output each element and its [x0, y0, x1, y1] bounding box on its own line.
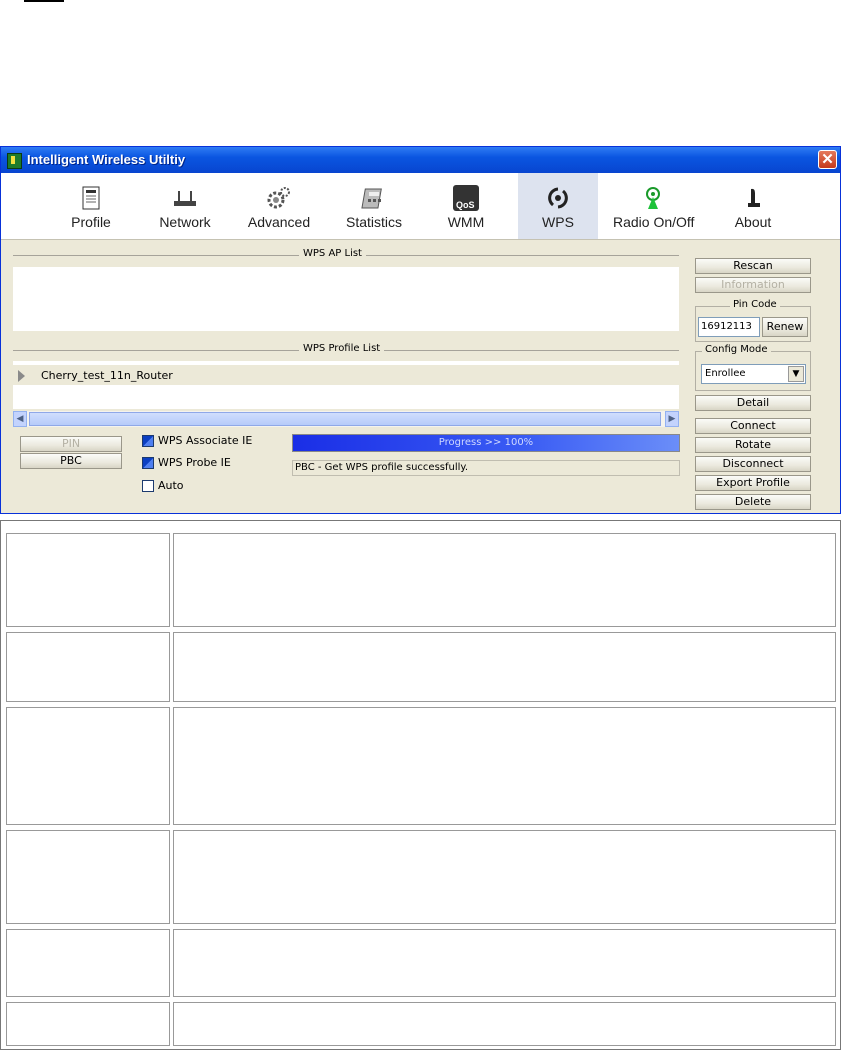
- list-item[interactable]: Cherry_test_11n_Router: [13, 365, 679, 385]
- profile-list-title: WPS Profile List: [299, 343, 385, 354]
- chevron-down-icon[interactable]: ▼: [788, 366, 804, 382]
- pbc-button[interactable]: PBC: [20, 453, 122, 469]
- title-bar[interactable]: Intelligent Wireless Utiltiy ✕: [1, 147, 840, 173]
- play-icon: [18, 370, 25, 382]
- table-cell: [173, 830, 836, 924]
- wps-associate-ie-checkbox[interactable]: [142, 435, 154, 447]
- table-cell: [173, 533, 836, 627]
- radio-icon: [646, 187, 660, 209]
- tab-label: WMM: [447, 214, 485, 230]
- pin-code-title: Pin Code: [730, 299, 780, 310]
- tab-label: Advanced: [247, 214, 311, 230]
- tab-wps[interactable]: WPS: [518, 173, 598, 239]
- renew-button[interactable]: Renew: [762, 317, 808, 337]
- wmm-icon: QoS: [453, 185, 479, 211]
- tab-label: Network: [159, 214, 211, 230]
- description-table: [0, 520, 841, 1050]
- tab-advanced[interactable]: Advanced: [239, 173, 319, 239]
- profile-name: Cherry_test_11n_Router: [41, 369, 173, 382]
- tab-wmm[interactable]: QoS WMM: [426, 173, 506, 239]
- window-title: Intelligent Wireless Utiltiy: [27, 152, 186, 167]
- rotate-button[interactable]: Rotate: [695, 437, 811, 453]
- delete-button[interactable]: Delete: [695, 494, 811, 510]
- status-text: PBC - Get WPS profile successfully.: [295, 462, 469, 473]
- tab-label: Profile: [71, 214, 111, 230]
- ap-list-title: WPS AP List: [299, 248, 366, 259]
- tab-statistics[interactable]: Statistics: [334, 173, 414, 239]
- close-icon: ✕: [821, 151, 834, 168]
- app-window: Intelligent Wireless Utiltiy ✕ Profile N…: [0, 146, 841, 514]
- scroll-left-button[interactable]: ◀: [13, 411, 27, 427]
- tab-label: About: [734, 214, 772, 230]
- status-bar: PBC - Get WPS profile successfully.: [292, 460, 680, 476]
- detail-button[interactable]: Detail: [695, 395, 811, 411]
- table-cell: [173, 1002, 836, 1046]
- pin-code-field[interactable]: 16912113: [698, 317, 760, 337]
- main-toolbar: Profile Network Advanced Statistics QoS …: [1, 173, 840, 240]
- app-icon: [7, 153, 22, 169]
- table-cell: [6, 1002, 170, 1046]
- qos-text: QoS: [456, 200, 475, 210]
- table-cell: [6, 929, 170, 997]
- pin-code-group: Pin Code 16912113 Renew: [695, 299, 811, 342]
- statistics-icon: [361, 188, 382, 209]
- close-button[interactable]: ✕: [818, 150, 837, 169]
- table-cell: [6, 707, 170, 825]
- tab-label: Statistics: [345, 214, 402, 230]
- disconnect-button[interactable]: Disconnect: [695, 456, 811, 472]
- export-profile-button[interactable]: Export Profile: [695, 475, 811, 491]
- page-top-rule: [24, 0, 64, 2]
- config-mode-value: Enrollee: [705, 368, 746, 379]
- rescan-button[interactable]: Rescan: [695, 258, 811, 274]
- horizontal-scrollbar[interactable]: ◀ ▶: [13, 411, 679, 427]
- wps-probe-ie-checkbox[interactable]: [142, 457, 154, 469]
- progress-text: Progress >> 100%: [438, 437, 534, 448]
- tab-radio[interactable]: Radio On/Off: [613, 173, 695, 239]
- scroll-right-button[interactable]: ▶: [665, 411, 679, 427]
- wps-ap-list[interactable]: [13, 267, 679, 331]
- table-cell: [173, 632, 836, 702]
- table-cell: [6, 632, 170, 702]
- profile-icon: [82, 186, 100, 210]
- tab-network[interactable]: Network: [145, 173, 225, 239]
- table-cell: [6, 533, 170, 627]
- scroll-thumb[interactable]: [29, 412, 661, 426]
- information-button[interactable]: Information: [695, 277, 811, 293]
- about-icon: [748, 188, 760, 207]
- wps-profile-list[interactable]: Cherry_test_11n_Router: [13, 361, 679, 409]
- table-cell: [173, 707, 836, 825]
- table-cell: [6, 830, 170, 924]
- progress-bar: Progress >> 100%: [292, 434, 680, 452]
- config-mode-group: Config Mode Enrollee ▼: [695, 344, 811, 391]
- tab-about[interactable]: About: [713, 173, 793, 239]
- checkbox-label: WPS Probe IE: [158, 456, 231, 469]
- auto-checkbox[interactable]: [142, 480, 154, 492]
- config-mode-select[interactable]: Enrollee ▼: [701, 364, 806, 384]
- checkbox-label: Auto: [158, 479, 184, 492]
- config-mode-title: Config Mode: [702, 344, 771, 355]
- tab-label: Radio On/Off: [613, 214, 695, 230]
- tab-label: WPS: [542, 214, 574, 230]
- network-icon: [174, 191, 196, 206]
- wps-icon: [548, 187, 568, 209]
- pin-button[interactable]: PIN: [20, 436, 122, 452]
- advanced-icon: [267, 187, 290, 209]
- checkbox-label: WPS Associate IE: [158, 434, 253, 447]
- tab-profile[interactable]: Profile: [51, 173, 131, 239]
- table-cell: [173, 929, 836, 997]
- connect-button[interactable]: Connect: [695, 418, 811, 434]
